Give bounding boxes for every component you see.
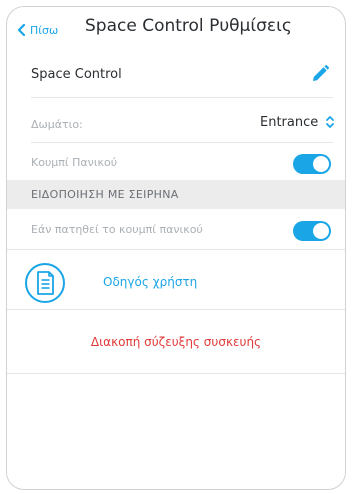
toggle-knob [313, 156, 329, 172]
pencil-icon[interactable] [310, 64, 330, 84]
toggle-knob [313, 223, 329, 239]
user-guide-link[interactable]: Οδηγός χρήστη [103, 275, 197, 289]
siren-toggle[interactable] [293, 221, 331, 241]
back-button[interactable]: Πίσω [17, 21, 58, 39]
back-label: Πίσω [30, 23, 59, 37]
divider [7, 309, 345, 310]
document-icon[interactable] [24, 262, 66, 304]
unpair-device-button[interactable]: Διακοπή σύζευξης συσκευής [7, 335, 345, 349]
chevron-left-icon [17, 24, 26, 36]
device-name: Space Control [31, 67, 122, 82]
siren-option-label: Εάν πατηθεί το κουμπί πανικού [31, 223, 203, 236]
panic-button-toggle[interactable] [293, 154, 331, 174]
page-title: Space Control Ρυθμίσεις [85, 16, 292, 36]
room-select[interactable]: Entrance [260, 115, 318, 130]
divider [31, 97, 333, 98]
panic-button-label: Κουμπί Πανικού [31, 156, 118, 169]
divider [7, 373, 345, 374]
section-title: ΕΙΔΟΠΟΙΗΣΗ ΜΕ ΣΕΙΡΗΝΑ [31, 188, 179, 201]
divider [7, 249, 345, 250]
divider [31, 142, 333, 143]
chevron-updown-icon[interactable] [325, 114, 335, 130]
header: Πίσω Space Control Ρυθμίσεις [7, 7, 345, 51]
screen: Πίσω Space Control Ρυθμίσεις Space Contr… [6, 6, 346, 490]
room-label: Δωμάτιο: [31, 118, 83, 131]
siren-section-header: ΕΙΔΟΠΟΙΗΣΗ ΜΕ ΣΕΙΡΗΝΑ [7, 180, 345, 209]
